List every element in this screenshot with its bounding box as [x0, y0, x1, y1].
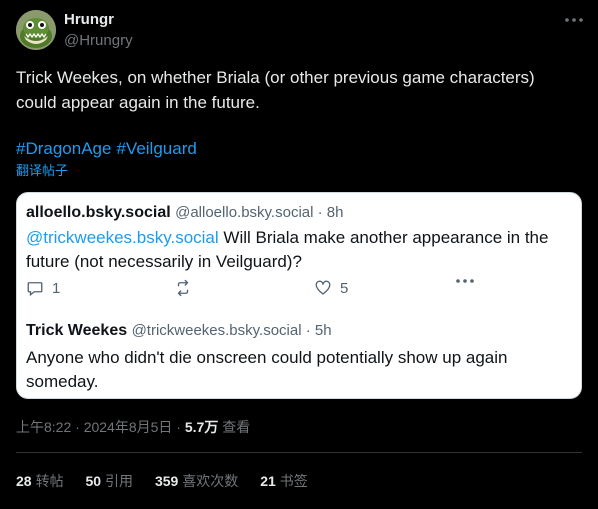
quoted-more-action	[456, 279, 474, 283]
stat-label: 转帖	[35, 473, 64, 489]
quoted-post-1-text: @trickweekes.bsky.social Will Briala mak…	[26, 226, 576, 274]
quoted-like-action: 5	[314, 279, 348, 297]
author-name[interactable]: Hrungr	[64, 10, 133, 30]
dragon-avatar-icon	[16, 10, 56, 50]
divider	[16, 452, 582, 453]
hashtag-link[interactable]: #Veilguard	[116, 139, 196, 158]
views-label: 查看	[218, 419, 251, 435]
quoted-repost-action	[174, 279, 192, 297]
quoted-reply-action: 1	[26, 279, 60, 297]
stat-reposts[interactable]: 28 转帖	[16, 472, 64, 490]
views-count: 5.7万	[184, 419, 219, 435]
stat-label: 引用	[105, 473, 134, 489]
engagement-stats: 28 转帖 50 引用 359 喜欢次数 21 书签	[16, 472, 326, 490]
quoted-image[interactable]: alloello.bsky.social @alloello.bsky.soci…	[16, 192, 582, 399]
quoted-post-1-handle-time: @alloello.bsky.social · 8h	[175, 204, 344, 221]
quoted-post-2-name: Trick Weekes	[26, 322, 128, 339]
more-dots-icon	[565, 18, 583, 22]
quoted-post-1-header: alloello.bsky.social @alloello.bsky.soci…	[26, 203, 343, 223]
quoted-post-1-actions: 1 5	[26, 279, 476, 299]
hashtag-link[interactable]: #DragonAge	[16, 139, 111, 158]
reply-icon	[27, 282, 43, 297]
author-handle[interactable]: @Hrungry	[64, 31, 133, 51]
more-options-button[interactable]	[564, 10, 584, 30]
quoted-reply-count: 1	[52, 279, 61, 297]
stat-number: 21	[260, 473, 276, 489]
quoted-post-1-name: alloello.bsky.social	[26, 204, 171, 221]
more-dots-icon	[456, 279, 474, 283]
stat-bookmarks[interactable]: 21 书签	[260, 472, 308, 490]
tweet-text: Trick Weekes, on whether Briala (or othe…	[16, 68, 535, 112]
stat-number: 28	[16, 473, 32, 489]
post-meta: 上午8:22 · 2024年8月5日 · 5.7万 查看	[16, 418, 250, 436]
quoted-like-count: 5	[340, 279, 349, 297]
avatar[interactable]	[16, 10, 56, 50]
heart-icon	[315, 280, 331, 295]
stat-quotes[interactable]: 50 引用	[85, 472, 133, 490]
stat-number: 359	[154, 473, 179, 489]
hashtags: #DragonAge #Veilguard	[16, 136, 202, 161]
author-block[interactable]: Hrungr @Hrungry	[64, 10, 133, 51]
repost-icon	[177, 279, 189, 297]
stat-label: 喜欢次数	[182, 473, 239, 489]
quoted-post-2-header: Trick Weekes @trickweekes.bsky.social · …	[26, 321, 332, 341]
quoted-mention: @trickweekes.bsky.social	[26, 228, 219, 247]
quoted-post-2-text: Anyone who didn't die onscreen could pot…	[26, 348, 508, 391]
post-timestamp[interactable]: 上午8:22 · 2024年8月5日 ·	[16, 419, 185, 435]
quoted-post-2-handle-time: @trickweekes.bsky.social · 5h	[131, 322, 332, 339]
stat-likes[interactable]: 359 喜欢次数	[155, 472, 238, 490]
stat-label: 书签	[279, 473, 308, 489]
stat-number: 50	[85, 473, 102, 489]
translate-post-link[interactable]: 翻译帖子	[16, 163, 68, 179]
